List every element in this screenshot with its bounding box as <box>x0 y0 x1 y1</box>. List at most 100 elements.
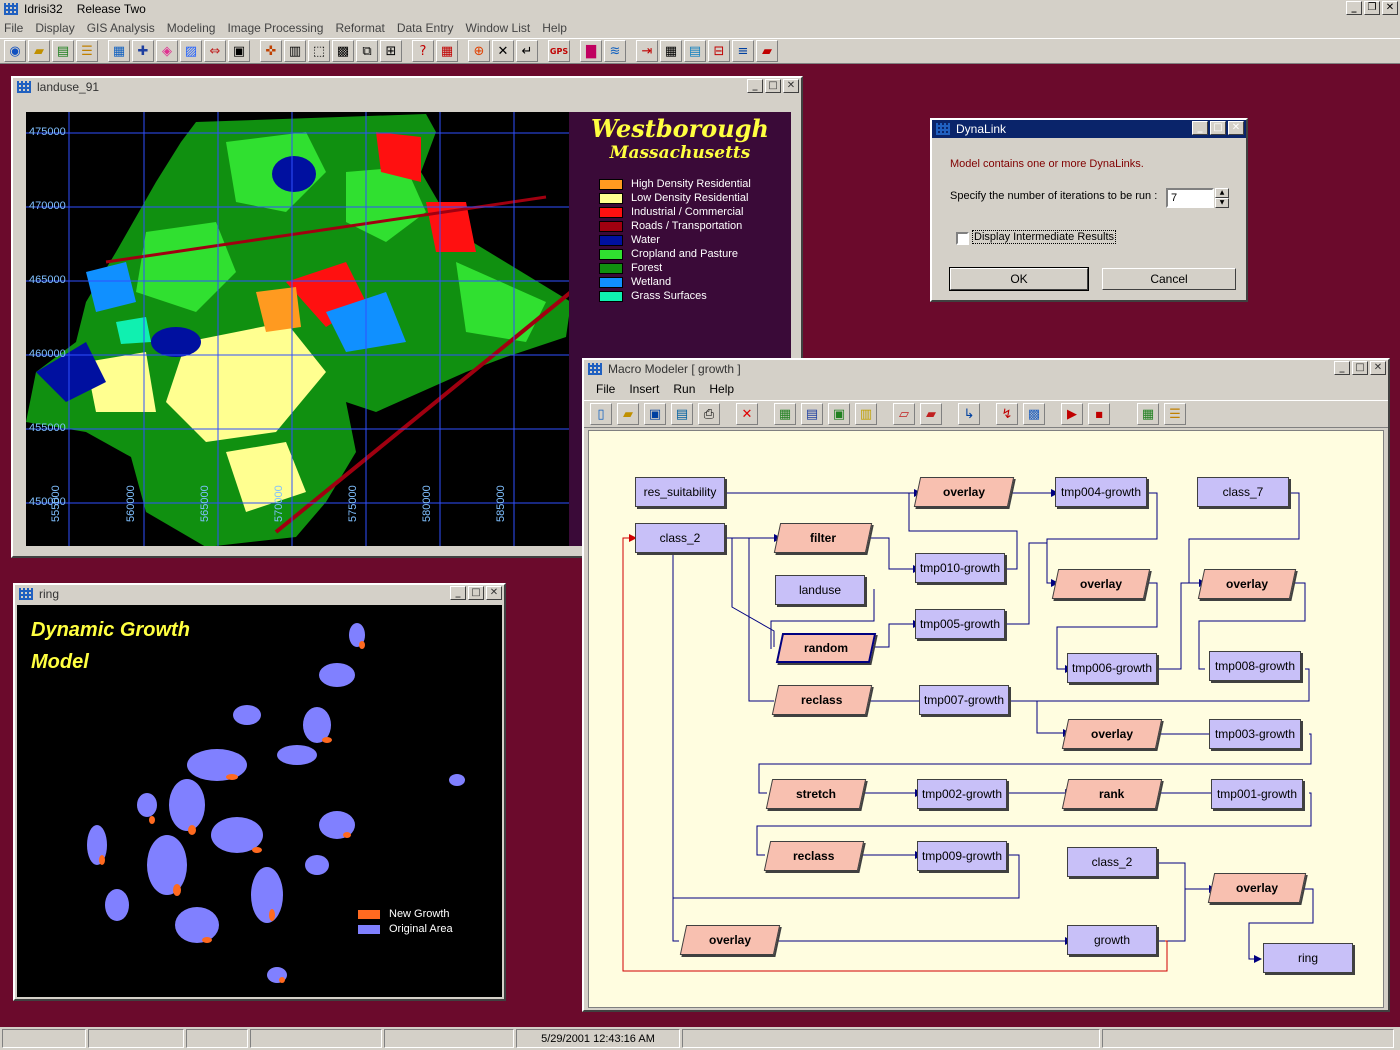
run-icon[interactable]: ▶ <box>1061 403 1083 425</box>
node-overlay[interactable]: overlay <box>679 925 781 955</box>
chart-icon[interactable]: ⊟ <box>708 40 730 62</box>
dynalink-icon[interactable]: ↯ <box>996 403 1018 425</box>
attribute-file-icon[interactable]: ▥ <box>855 403 877 425</box>
landuse-window-titlebar[interactable]: landuse_91 _ □ ✕ <box>13 78 801 96</box>
close-icon[interactable]: ✕ <box>1228 121 1244 135</box>
add-layer-icon[interactable]: ✚ <box>132 40 154 62</box>
node-class-2[interactable]: class_2 <box>635 523 725 553</box>
close-icon[interactable]: ✕ <box>1370 361 1386 375</box>
node-stretch[interactable]: stretch <box>765 779 867 809</box>
iterations-spinner[interactable]: ▲ ▼ <box>1215 188 1229 208</box>
menu-file[interactable]: File <box>4 21 23 35</box>
node-tmp008-growth[interactable]: tmp008-growth <box>1209 651 1301 681</box>
raster-group-icon[interactable]: ▤ <box>801 403 823 425</box>
node-tmp003-growth[interactable]: tmp003-growth <box>1209 719 1301 749</box>
list-icon[interactable]: ☰ <box>76 40 98 62</box>
ring-map-canvas[interactable]: Dynamic Growth Model New Growth Original… <box>17 605 502 997</box>
intermediate-results-label[interactable]: Display Intermediate Results <box>972 230 1117 244</box>
node-overlay[interactable]: overlay <box>913 477 1015 507</box>
pan-icon[interactable]: ⇔ <box>204 40 226 62</box>
layers-icon[interactable]: ▤ <box>52 40 74 62</box>
save-as-icon[interactable]: ▤ <box>671 403 693 425</box>
display-icon[interactable]: ▦ <box>1137 403 1159 425</box>
digitize-icon[interactable]: ↵ <box>516 40 538 62</box>
node-tmp007-growth[interactable]: tmp007-growth <box>919 685 1009 715</box>
maximize-icon[interactable]: □ <box>765 79 781 93</box>
display-launcher-icon[interactable]: ◉ <box>4 40 26 62</box>
node-tmp006-growth[interactable]: tmp006-growth <box>1067 653 1157 683</box>
menu-help[interactable]: Help <box>542 21 567 35</box>
node-reclass[interactable]: reclass <box>763 841 865 871</box>
node-reclass[interactable]: reclass <box>771 685 873 715</box>
close-icon[interactable]: ✕ <box>1382 1 1398 15</box>
save-model-icon[interactable]: ▣ <box>644 403 666 425</box>
group-icon[interactable]: ⊞ <box>380 40 402 62</box>
group-layers-icon[interactable]: ▩ <box>1023 403 1045 425</box>
table-icon[interactable]: ▦ <box>660 40 682 62</box>
new-model-icon[interactable]: ▯ <box>590 403 612 425</box>
menu-gis-analysis[interactable]: GIS Analysis <box>87 21 155 35</box>
node-tmp010-growth[interactable]: tmp010-growth <box>915 553 1005 583</box>
gps-icon[interactable]: GPS <box>548 40 570 62</box>
symbol-icon[interactable]: ▨ <box>180 40 202 62</box>
node-rank[interactable]: rank <box>1061 779 1163 809</box>
delete-icon[interactable]: ✕ <box>736 403 758 425</box>
maximize-icon[interactable]: □ <box>1210 121 1226 135</box>
print-icon[interactable]: ⎙ <box>698 403 720 425</box>
mm-menu-run[interactable]: Run <box>673 382 695 396</box>
node-overlay[interactable]: overlay <box>1197 569 1297 599</box>
select-icon[interactable]: ▩ <box>332 40 354 62</box>
node-tmp002-growth[interactable]: tmp002-growth <box>917 779 1007 809</box>
composer-icon[interactable]: ▣ <box>228 40 250 62</box>
node-tmp004-growth[interactable]: tmp004-growth <box>1055 477 1147 507</box>
table-query-icon[interactable]: ▦ <box>436 40 458 62</box>
maximize-icon[interactable]: □ <box>1352 361 1368 375</box>
landuse-map-canvas[interactable]: 475000 470000 465000 460000 455000 45000… <box>26 112 569 546</box>
node-overlay[interactable]: overlay <box>1207 873 1307 903</box>
crosshair-icon[interactable]: ⊕ <box>468 40 490 62</box>
minimize-icon[interactable]: _ <box>450 586 466 600</box>
legend-icon[interactable]: ≡ <box>732 40 754 62</box>
menu-reformat[interactable]: Reformat <box>335 21 384 35</box>
node-tmp009-growth[interactable]: tmp009-growth <box>917 841 1007 871</box>
query-icon[interactable]: ▥ <box>284 40 306 62</box>
palette-icon[interactable]: ◈ <box>156 40 178 62</box>
node-res-suitability[interactable]: res_suitability <box>635 477 725 507</box>
eraser-icon[interactable]: ▰ <box>756 40 778 62</box>
connect-icon[interactable]: ↳ <box>958 403 980 425</box>
spin-up-icon[interactable]: ▲ <box>1215 188 1229 198</box>
stop-icon[interactable]: ■ <box>1088 403 1110 425</box>
node-overlay[interactable]: overlay <box>1061 719 1163 749</box>
ok-button[interactable]: OK <box>949 267 1089 291</box>
link-icon[interactable]: ⧉ <box>356 40 378 62</box>
minimize-icon[interactable]: _ <box>1334 361 1350 375</box>
node-filter[interactable]: filter <box>773 523 873 553</box>
minimize-icon[interactable]: _ <box>747 79 763 93</box>
map-icon[interactable]: ▦ <box>108 40 130 62</box>
menu-image-processing[interactable]: Image Processing <box>227 21 323 35</box>
node-overlay[interactable]: overlay <box>1051 569 1151 599</box>
node-tmp001-growth[interactable]: tmp001-growth <box>1211 779 1303 809</box>
node-tmp005-growth[interactable]: tmp005-growth <box>915 609 1005 639</box>
ring-window-titlebar[interactable]: ring _ □ ✕ <box>15 585 504 603</box>
open-folder-icon[interactable]: ▰ <box>28 40 50 62</box>
node-class-7[interactable]: class_7 <box>1197 477 1289 507</box>
mm-menu-file[interactable]: File <box>596 382 615 396</box>
database-icon[interactable]: ▤ <box>684 40 706 62</box>
zoom-icon[interactable]: ✜ <box>260 40 282 62</box>
macro-modeler-titlebar[interactable]: Macro Modeler [ growth ] _ □ ✕ <box>584 360 1388 378</box>
measure-icon[interactable]: ✕ <box>492 40 514 62</box>
help-query-icon[interactable]: ? <box>412 40 434 62</box>
cancel-button[interactable]: Cancel <box>1102 268 1236 290</box>
menu-window-list[interactable]: Window List <box>466 21 531 35</box>
close-icon[interactable]: ✕ <box>486 586 502 600</box>
open-model-icon[interactable]: ▰ <box>617 403 639 425</box>
wave-icon[interactable]: ≋ <box>604 40 626 62</box>
node-growth[interactable]: growth <box>1067 925 1157 955</box>
dynalink-titlebar[interactable]: DynaLink _ □ ✕ <box>932 120 1246 138</box>
import-icon[interactable]: ⇥ <box>636 40 658 62</box>
maximize-icon[interactable]: □ <box>468 586 484 600</box>
module-icon[interactable]: ▱ <box>893 403 915 425</box>
submodel-icon[interactable]: ▰ <box>920 403 942 425</box>
minimize-icon[interactable]: _ <box>1192 121 1208 135</box>
